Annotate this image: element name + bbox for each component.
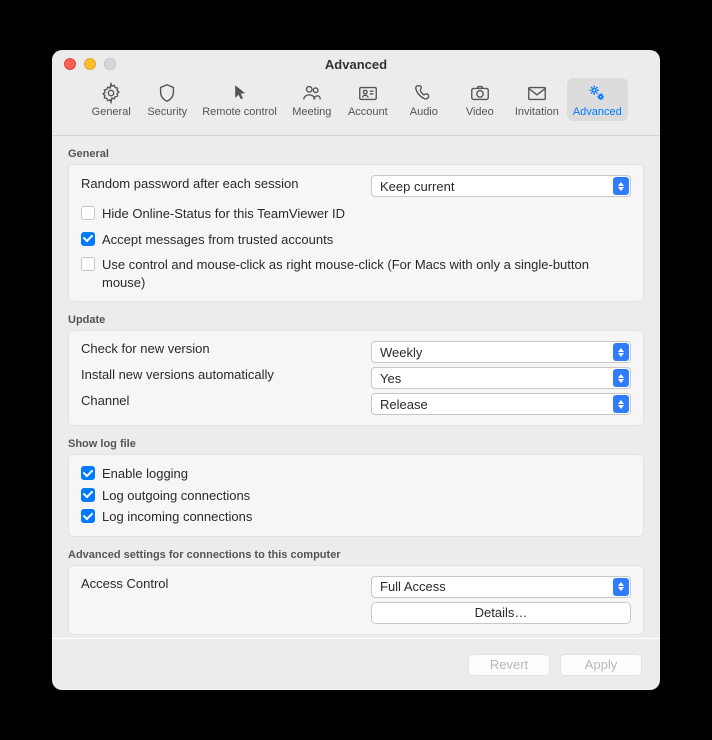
- chevron-updown-icon: [613, 177, 629, 195]
- tab-account[interactable]: Account: [341, 78, 395, 121]
- check-version-select[interactable]: Weekly: [371, 341, 631, 363]
- cursor-icon: [229, 82, 251, 104]
- camera-icon: [469, 82, 491, 104]
- id-card-icon: [357, 82, 379, 104]
- log-incoming-label: Log incoming connections: [102, 508, 252, 526]
- tab-audio[interactable]: Audio: [397, 78, 451, 121]
- hide-online-checkbox[interactable]: [81, 206, 95, 220]
- gears-icon: [586, 82, 608, 104]
- enable-logging-checkbox[interactable]: [81, 466, 95, 480]
- check-version-label: Check for new version: [81, 341, 210, 356]
- revert-button[interactable]: Revert: [468, 654, 550, 676]
- right-click-label: Use control and mouse-click as right mou…: [102, 256, 631, 291]
- access-control-label: Access Control: [81, 576, 168, 591]
- titlebar: Advanced: [52, 50, 660, 78]
- chevron-updown-icon: [613, 395, 629, 413]
- tab-meeting[interactable]: Meeting: [285, 78, 339, 121]
- log-outgoing-label: Log outgoing connections: [102, 487, 250, 505]
- tab-bar: General Security Remote control Meeting …: [52, 78, 660, 136]
- log-incoming-checkbox[interactable]: [81, 509, 95, 523]
- install-auto-label: Install new versions automatically: [81, 367, 274, 382]
- random-password-label: Random password after each session: [81, 175, 299, 193]
- channel-select[interactable]: Release: [371, 393, 631, 415]
- accept-trusted-checkbox[interactable]: [81, 232, 95, 246]
- tab-security[interactable]: Security: [140, 78, 194, 121]
- hide-online-label: Hide Online-Status for this TeamViewer I…: [102, 205, 345, 223]
- enable-logging-label: Enable logging: [102, 465, 188, 483]
- section-update: Check for new version Weekly Install new…: [68, 330, 644, 426]
- phone-icon: [413, 82, 435, 104]
- section-general: Random password after each session Keep …: [68, 164, 644, 302]
- details-button[interactable]: Details…: [371, 602, 631, 624]
- install-auto-select[interactable]: Yes: [371, 367, 631, 389]
- shield-icon: [156, 82, 178, 104]
- window-title: Advanced: [52, 57, 660, 72]
- apply-button[interactable]: Apply: [560, 654, 642, 676]
- chevron-updown-icon: [613, 369, 629, 387]
- envelope-icon: [526, 82, 548, 104]
- content-area: General Random password after each sessi…: [52, 136, 660, 638]
- channel-label: Channel: [81, 393, 129, 408]
- accept-trusted-label: Accept messages from trusted accounts: [102, 231, 333, 249]
- section-advconn-head: Advanced settings for connections to thi…: [68, 549, 644, 561]
- preferences-window: Advanced General Security Remote control…: [52, 50, 660, 690]
- tab-invitation[interactable]: Invitation: [509, 78, 565, 121]
- section-update-head: Update: [68, 314, 644, 326]
- right-click-checkbox[interactable]: [81, 257, 95, 271]
- chevron-updown-icon: [613, 578, 629, 596]
- access-control-select[interactable]: Full Access: [371, 576, 631, 598]
- section-general-head: General: [68, 148, 644, 160]
- footer: Revert Apply: [52, 638, 660, 690]
- section-log: Enable logging Log outgoing connections …: [68, 454, 644, 537]
- section-log-head: Show log file: [68, 438, 644, 450]
- tab-video[interactable]: Video: [453, 78, 507, 121]
- tab-advanced[interactable]: Advanced: [567, 78, 628, 121]
- random-password-select[interactable]: Keep current: [371, 175, 631, 197]
- section-advconn: Access Control Full Access Details…: [68, 565, 644, 635]
- chevron-updown-icon: [613, 343, 629, 361]
- log-outgoing-checkbox[interactable]: [81, 488, 95, 502]
- gear-icon: [100, 82, 122, 104]
- people-icon: [301, 82, 323, 104]
- tab-general[interactable]: General: [84, 78, 138, 121]
- tab-remote-control[interactable]: Remote control: [196, 78, 283, 121]
